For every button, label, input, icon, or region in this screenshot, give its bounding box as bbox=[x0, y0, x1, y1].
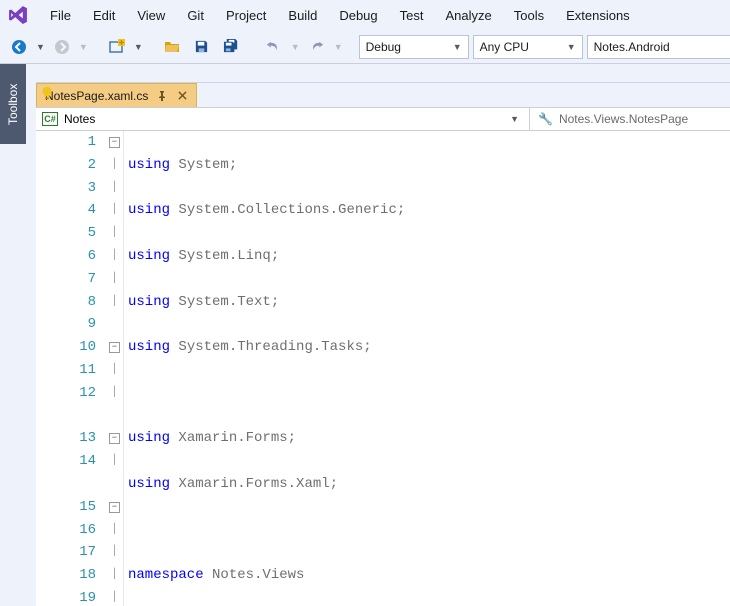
menu-test[interactable]: Test bbox=[390, 4, 434, 27]
redo-button[interactable] bbox=[304, 34, 330, 60]
menu-analyze[interactable]: Analyze bbox=[435, 4, 501, 27]
nav-back-button[interactable] bbox=[6, 34, 32, 60]
menu-extensions[interactable]: Extensions bbox=[556, 4, 640, 27]
nav-member-dropdown[interactable]: 🔧 Notes.Views.NotesPage bbox=[530, 108, 730, 130]
chevron-down-icon: ▼ bbox=[79, 42, 88, 52]
toolbox-panel-tab[interactable]: Toolbox bbox=[0, 64, 26, 144]
vs-logo-icon bbox=[6, 3, 30, 27]
tab-strip: NotesPage.xaml.cs bbox=[36, 83, 730, 107]
chevron-down-icon[interactable]: ▼ bbox=[134, 42, 143, 52]
config-dropdown[interactable]: Debug▼ bbox=[359, 35, 469, 59]
chevron-down-icon: ▼ bbox=[334, 42, 343, 52]
menu-view[interactable]: View bbox=[127, 4, 175, 27]
main-toolbar: ▼ ▼ ▼ ▼ ▼ Debug▼ Any CPU▼ Notes.Android bbox=[0, 30, 730, 64]
menu-build[interactable]: Build bbox=[278, 4, 327, 27]
chevron-down-icon: ▼ bbox=[510, 114, 523, 124]
save-all-button[interactable] bbox=[219, 34, 245, 60]
code-editor[interactable]: 1 2 3 4 5 6 7 8 9 10 11 12 13 14 15 16 1… bbox=[36, 131, 730, 606]
file-tab-active[interactable]: NotesPage.xaml.cs bbox=[36, 83, 197, 107]
platform-dropdown[interactable]: Any CPU▼ bbox=[473, 35, 583, 59]
fold-toggle-icon: − bbox=[109, 137, 120, 148]
nav-forward-button[interactable] bbox=[49, 34, 75, 60]
menu-file[interactable]: File bbox=[40, 4, 81, 27]
nav-project-dropdown[interactable]: C# Notes ▼ bbox=[36, 108, 530, 130]
chevron-down-icon: ▼ bbox=[567, 42, 576, 52]
code-text[interactable]: using System; using System.Collections.G… bbox=[124, 131, 730, 606]
menu-debug[interactable]: Debug bbox=[329, 4, 387, 27]
chevron-down-icon: ▼ bbox=[453, 42, 462, 52]
fold-toggle-icon: − bbox=[109, 342, 120, 353]
pin-icon[interactable] bbox=[156, 90, 168, 102]
startup-project-dropdown[interactable]: Notes.Android bbox=[587, 35, 730, 59]
undo-button[interactable] bbox=[261, 34, 287, 60]
chevron-down-icon: ▼ bbox=[291, 42, 300, 52]
tab-filename: NotesPage.xaml.cs bbox=[45, 89, 148, 103]
menu-bar: File Edit View Git Project Build Debug T… bbox=[0, 0, 730, 30]
menu-edit[interactable]: Edit bbox=[83, 4, 125, 27]
menu-tools[interactable]: Tools bbox=[504, 4, 554, 27]
navigation-bar: C# Notes ▼ 🔧 Notes.Views.NotesPage bbox=[36, 107, 730, 131]
fold-toggle-icon: − bbox=[109, 502, 120, 513]
menu-git[interactable]: Git bbox=[177, 4, 214, 27]
csharp-project-icon: C# bbox=[42, 112, 58, 126]
menu-project[interactable]: Project bbox=[216, 4, 276, 27]
line-number-gutter: 1 2 3 4 5 6 7 8 9 10 11 12 13 14 15 16 1… bbox=[36, 131, 106, 606]
document-well: NotesPage.xaml.cs C# Notes ▼ 🔧 Notes.Vie… bbox=[36, 82, 730, 606]
save-button[interactable] bbox=[189, 34, 215, 60]
fold-toggle-icon: − bbox=[109, 433, 120, 444]
outlining-margin[interactable]: − ││││ │││ − ││ − │ − ││││ bbox=[106, 131, 124, 606]
close-icon[interactable] bbox=[176, 90, 188, 102]
class-icon: 🔧 bbox=[538, 112, 553, 126]
chevron-down-icon[interactable]: ▼ bbox=[36, 42, 45, 52]
open-file-button[interactable] bbox=[159, 34, 185, 60]
new-project-button[interactable] bbox=[104, 34, 130, 60]
